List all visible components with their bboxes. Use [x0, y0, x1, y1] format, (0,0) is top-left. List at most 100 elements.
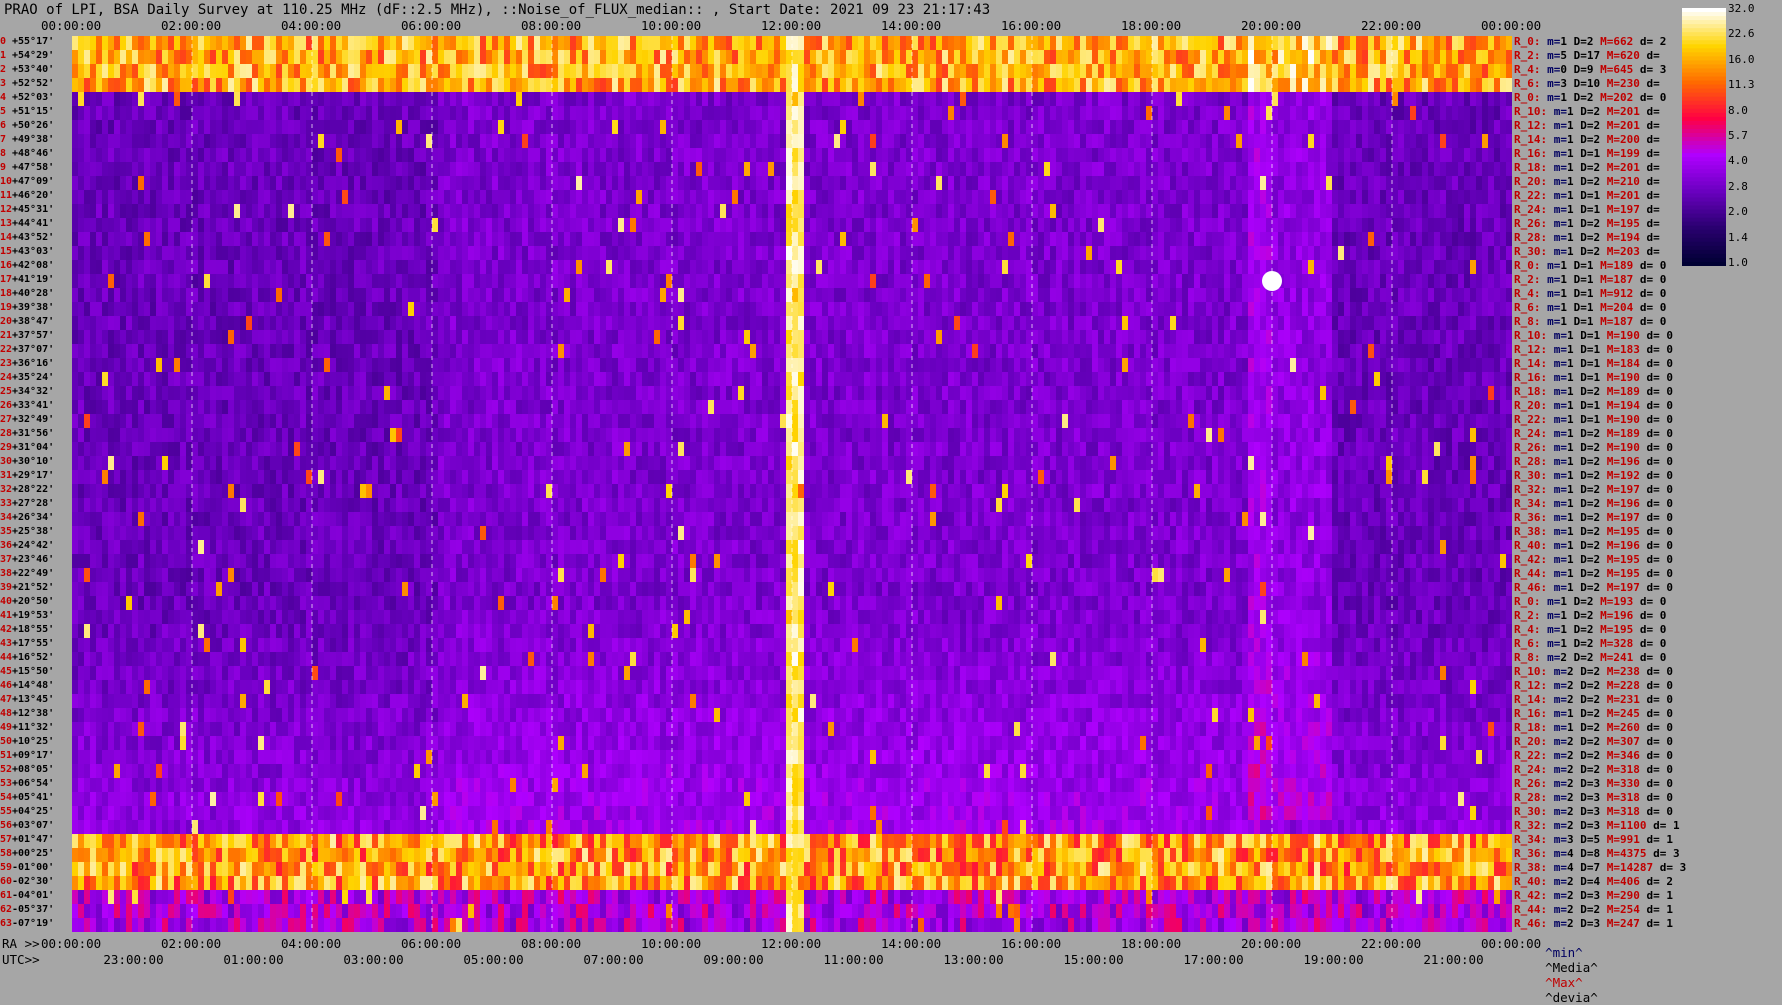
dec-label-37: 37+23°46' — [0, 554, 54, 566]
stat-row-1: R_2: m=5 D=17 M=620 d= — [1514, 50, 1666, 62]
colorbar-swatch — [1682, 226, 1726, 231]
chart-title: PRAO of LPI, BSA Daily Survey at 110.25 … — [4, 2, 990, 18]
ra-tick-9: 18:00:00 — [1121, 936, 1181, 951]
dec-label-8: 8+48°46' — [0, 148, 54, 160]
stat-row-28: R_24: m=1 D=2 M=189 d= 0 — [1514, 428, 1673, 440]
colorbar-swatch — [1682, 28, 1726, 33]
colorbar-tick-8: 2.0 — [1728, 205, 1748, 218]
ra-tick-10: 20:00:00 — [1241, 936, 1301, 951]
stat-row-52: R_24: m=2 D=2 M=318 d= 0 — [1514, 764, 1673, 776]
top-tick-0: 00:00:00 — [41, 18, 101, 33]
utc-tick-3: 05:00:00 — [463, 952, 523, 967]
colorbar-swatch — [1682, 97, 1726, 102]
stat-row-27: R_22: m=1 D=1 M=190 d= 0 — [1514, 414, 1673, 426]
dec-label-7: 7+49°38' — [0, 134, 54, 146]
dec-label-30: 30+30°10' — [0, 456, 54, 468]
stat-row-10: R_20: m=1 D=2 M=210 d= — [1514, 176, 1666, 188]
stat-row-3: R_6: m=3 D=10 M=230 d= — [1514, 78, 1666, 90]
dec-label-56: 56+03°07' — [0, 820, 54, 832]
stat-row-35: R_38: m=1 D=2 M=195 d= 0 — [1514, 526, 1673, 538]
dec-label-17: 17+41°19' — [0, 274, 54, 286]
stat-row-44: R_8: m=2 D=2 M=241 d= 0 — [1514, 652, 1666, 664]
colorbar-swatch — [1682, 250, 1726, 255]
dec-label-57: 57+01°47' — [0, 834, 54, 846]
top-tick-2: 04:00:00 — [281, 18, 341, 33]
stat-row-59: R_38: m=4 D=7 M=14287 d= 3 — [1514, 862, 1686, 874]
dec-label-15: 15+43°03' — [0, 246, 54, 258]
dec-label-31: 31+29°17' — [0, 470, 54, 482]
utc-tick-5: 09:00:00 — [703, 952, 763, 967]
stat-row-63: R_46: m=2 D=3 M=247 d= 1 — [1514, 918, 1673, 930]
stat-row-18: R_4: m=1 D=1 M=912 d= 0 — [1514, 288, 1666, 300]
dec-label-51: 51+09°17' — [0, 750, 54, 762]
colorbar-swatch — [1682, 64, 1726, 69]
colorbar-swatch — [1682, 149, 1726, 154]
dec-label-43: 43+17°55' — [0, 638, 54, 650]
dec-label-49: 49+11°32' — [0, 722, 54, 734]
stat-row-26: R_20: m=1 D=1 M=194 d= 0 — [1514, 400, 1673, 412]
dec-label-29: 29+31°04' — [0, 442, 54, 454]
stat-row-4: R_0: m=1 D=2 M=202 d= 0 — [1514, 92, 1666, 104]
top-tick-6: 12:00:00 — [761, 18, 821, 33]
dec-label-55: 55+04°25' — [0, 806, 54, 818]
stat-row-29: R_26: m=1 D=2 M=190 d= 0 — [1514, 442, 1673, 454]
ra-tick-12: 00:00:00 — [1481, 936, 1541, 951]
stat-row-50: R_20: m=2 D=2 M=307 d= 0 — [1514, 736, 1673, 748]
dec-label-9: 9+47°58' — [0, 162, 54, 174]
top-tick-4: 08:00:00 — [521, 18, 581, 33]
min-label: ^min^ — [1545, 945, 1583, 960]
stat-row-15: R_30: m=1 D=2 M=203 d= — [1514, 246, 1666, 258]
stat-row-41: R_2: m=1 D=2 M=196 d= 0 — [1514, 610, 1666, 622]
stat-row-9: R_18: m=1 D=2 M=201 d= — [1514, 162, 1666, 174]
colorbar-swatch — [1682, 173, 1726, 178]
top-tick-12: 00:00:00 — [1481, 18, 1541, 33]
dec-label-53: 53+06°54' — [0, 778, 54, 790]
ra-tick-8: 16:00:00 — [1001, 936, 1061, 951]
top-tick-11: 22:00:00 — [1361, 18, 1421, 33]
colorbar-swatch — [1682, 32, 1726, 37]
colorbar-swatch — [1682, 181, 1726, 186]
ra-tick-2: 04:00:00 — [281, 936, 341, 951]
dec-label-46: 46+14°48' — [0, 680, 54, 692]
stat-row-0: R_0: m=1 D=2 M=662 d= 2 — [1514, 36, 1666, 48]
dec-label-3: 3+52°52' — [0, 78, 54, 90]
top-tick-7: 14:00:00 — [881, 18, 941, 33]
stat-row-16: R_0: m=1 D=1 M=189 d= 0 — [1514, 260, 1666, 272]
dec-label-25: 25+34°32' — [0, 386, 54, 398]
stat-row-56: R_32: m=2 D=3 M=1100 d= 1 — [1514, 820, 1680, 832]
colorbar-swatch — [1682, 117, 1726, 122]
stat-row-20: R_8: m=1 D=1 M=187 d= 0 — [1514, 316, 1666, 328]
ra-tick-11: 22:00:00 — [1361, 936, 1421, 951]
dec-label-20: 20+38°47' — [0, 316, 54, 328]
dec-label-12: 12+45°31' — [0, 204, 54, 216]
ra-tick-7: 14:00:00 — [881, 936, 941, 951]
top-tick-9: 18:00:00 — [1121, 18, 1181, 33]
colorbar-swatch — [1682, 52, 1726, 57]
stat-row-40: R_0: m=1 D=2 M=193 d= 0 — [1514, 596, 1666, 608]
dec-label-45: 45+15°50' — [0, 666, 54, 678]
dec-label-5: 5+51°15' — [0, 106, 54, 118]
dec-label-16: 16+42°08' — [0, 260, 54, 272]
stat-row-37: R_42: m=1 D=2 M=195 d= 0 — [1514, 554, 1673, 566]
dec-label-24: 24+35°24' — [0, 372, 54, 384]
stat-row-62: R_44: m=2 D=2 M=254 d= 1 — [1514, 904, 1673, 916]
stat-row-36: R_40: m=1 D=2 M=196 d= 0 — [1514, 540, 1673, 552]
colorbar-tick-10: 1.0 — [1728, 256, 1748, 269]
stat-row-17: R_2: m=1 D=1 M=187 d= 0 — [1514, 274, 1666, 286]
colorbar-swatch — [1682, 234, 1726, 239]
stat-row-23: R_14: m=1 D=1 M=184 d= 0 — [1514, 358, 1673, 370]
ra-tick-1: 02:00:00 — [161, 936, 221, 951]
colorbar-swatch — [1682, 77, 1726, 82]
stat-row-42: R_4: m=1 D=2 M=195 d= 0 — [1514, 624, 1666, 636]
colorbar-swatch — [1682, 24, 1726, 29]
dec-label-27: 27+32°49' — [0, 414, 54, 426]
utc-tick-9: 17:00:00 — [1183, 952, 1243, 967]
dev-label: ^devia^ — [1545, 990, 1598, 1005]
stat-row-22: R_12: m=1 D=1 M=183 d= 0 — [1514, 344, 1673, 356]
dec-label-38: 38+22°49' — [0, 568, 54, 580]
dec-label-21: 21+37°57' — [0, 330, 54, 342]
dec-label-54: 54+05°41' — [0, 792, 54, 804]
colorbar-swatch — [1682, 197, 1726, 202]
colorbar-swatch — [1682, 242, 1726, 247]
dec-label-47: 47+13°45' — [0, 694, 54, 706]
